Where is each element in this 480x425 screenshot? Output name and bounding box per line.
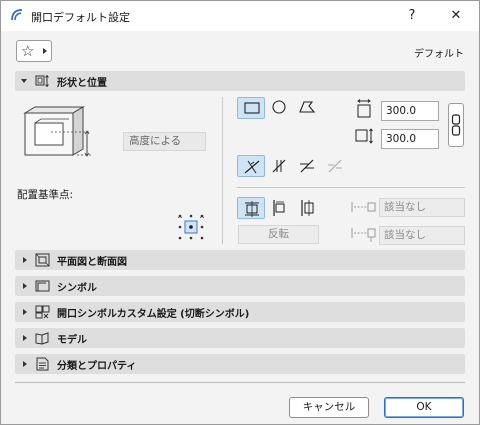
help-button[interactable]: ? bbox=[397, 4, 427, 28]
section-shape-position[interactable]: 形状と位置 bbox=[15, 71, 465, 91]
cancel-button[interactable]: キャンセル bbox=[289, 397, 369, 418]
opening-preview-illustration bbox=[23, 106, 93, 157]
section-symbol[interactable]: シンボル bbox=[15, 276, 465, 296]
section-custom-symbol[interactable]: 開口シンボルカスタム設定 (切断シンボル) bbox=[15, 302, 465, 322]
section-model[interactable]: モデル bbox=[15, 328, 465, 348]
align-left-icon bbox=[273, 200, 285, 216]
archicad-app-icon bbox=[11, 9, 22, 21]
section-classification-properties[interactable]: 分類とプロパティ bbox=[15, 354, 465, 374]
orientation-option-1-button[interactable] bbox=[237, 155, 265, 177]
width-dimension-icon bbox=[357, 99, 371, 118]
link-dimensions-button[interactable] bbox=[448, 103, 464, 147]
section-label: モデル bbox=[57, 335, 87, 346]
symbol-icon bbox=[35, 280, 50, 292]
flip-button: 反転 bbox=[238, 225, 319, 244]
model-icon bbox=[35, 332, 49, 345]
horizontal-divider bbox=[237, 187, 465, 188]
dialog-window: 開口デフォルト設定 ? ✕ ☆ デフォルト 形状と位置 高度による 配置基準点: bbox=[0, 0, 480, 425]
section-label: 平面図と断面図 bbox=[57, 257, 127, 268]
section-label: シンボル bbox=[57, 283, 97, 294]
custom-shape-icon bbox=[299, 101, 316, 113]
width-input[interactable]: 300.0 bbox=[381, 101, 439, 121]
orientation-option-4-button bbox=[321, 155, 349, 177]
footer-divider bbox=[15, 382, 465, 383]
chain-link-icon bbox=[451, 114, 461, 136]
custom-symbol-icon bbox=[35, 305, 50, 319]
shape-position-icon bbox=[35, 74, 49, 88]
section-label: 形状と位置 bbox=[57, 78, 107, 89]
collapse-triangle-icon bbox=[23, 309, 27, 315]
caret-right-icon bbox=[43, 48, 47, 54]
window-title: 開口デフォルト設定 bbox=[31, 11, 130, 24]
title-bar: 開口デフォルト設定 ? ✕ bbox=[1, 1, 479, 31]
circle-icon bbox=[272, 100, 286, 114]
ok-button[interactable]: OK bbox=[384, 397, 464, 418]
rectangle-icon bbox=[244, 102, 260, 114]
align-left-button[interactable] bbox=[265, 197, 293, 219]
offset-1-icon bbox=[351, 202, 376, 212]
default-label: デフォルト bbox=[414, 49, 464, 60]
height-dimension-icon bbox=[355, 128, 373, 144]
diagonal-orientation-icon bbox=[244, 160, 260, 174]
vertical-divider bbox=[222, 97, 223, 244]
orientation-option-2-button[interactable] bbox=[265, 155, 293, 177]
shape-rectangle-button[interactable] bbox=[237, 97, 265, 119]
star-icon: ☆ bbox=[21, 42, 35, 60]
section-label: 開口シンボルカスタム設定 (切断シンボル) bbox=[57, 309, 250, 320]
shape-custom-button[interactable] bbox=[293, 97, 321, 119]
align-right-icon bbox=[301, 200, 314, 216]
height-reference-field[interactable]: 高度による bbox=[123, 132, 206, 151]
anchor-point-selector[interactable] bbox=[177, 213, 205, 241]
section-label: 分類とプロパティ bbox=[57, 361, 137, 372]
collapse-triangle-icon bbox=[23, 283, 27, 289]
anchor-point-label: 配置基準点: bbox=[17, 189, 74, 201]
offset-field-1: 該当なし bbox=[379, 198, 465, 217]
favorites-button[interactable]: ☆ bbox=[16, 40, 52, 62]
section-floor-plan-section[interactable]: 平面図と断面図 bbox=[15, 250, 465, 270]
floor-plan-section-icon bbox=[35, 253, 50, 267]
collapse-triangle-icon bbox=[23, 335, 27, 341]
classification-icon bbox=[36, 357, 49, 371]
align-center-icon bbox=[245, 201, 259, 217]
orientation-option-3-button[interactable] bbox=[293, 155, 321, 177]
orientation-4-disabled-icon bbox=[328, 159, 342, 173]
shape-circle-button[interactable] bbox=[265, 97, 293, 119]
collapse-triangle-icon bbox=[23, 361, 27, 367]
height-input[interactable]: 300.0 bbox=[381, 129, 439, 149]
offset-2-icon bbox=[351, 228, 376, 242]
close-button[interactable]: ✕ bbox=[441, 4, 471, 28]
orientation-3-icon bbox=[300, 159, 314, 173]
align-center-button[interactable] bbox=[237, 197, 265, 219]
expand-triangle-icon bbox=[21, 79, 27, 83]
offset-field-2: 該当なし bbox=[379, 226, 465, 245]
orientation-2-icon bbox=[272, 159, 286, 173]
collapse-triangle-icon bbox=[23, 257, 27, 263]
align-right-button[interactable] bbox=[293, 197, 321, 219]
